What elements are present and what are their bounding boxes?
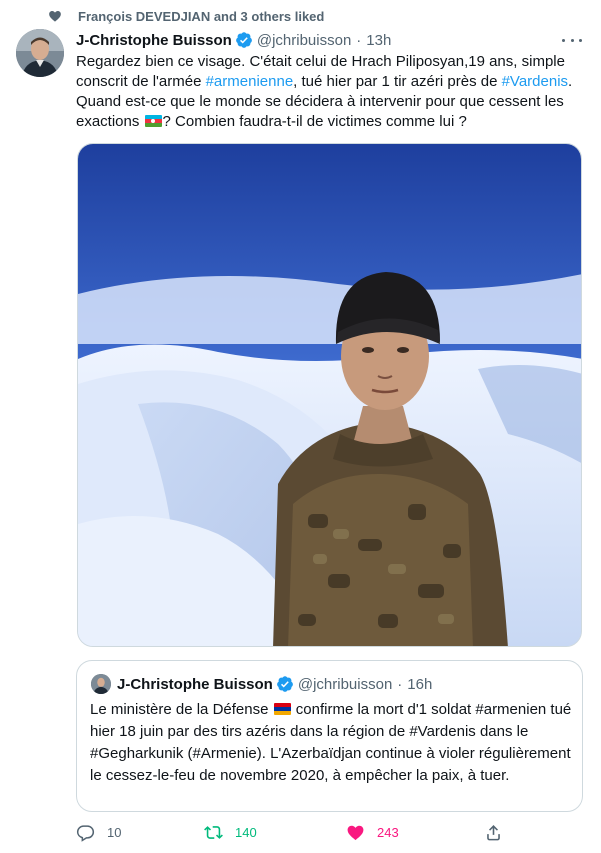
share-icon: [487, 824, 500, 840]
more-options-icon[interactable]: [562, 32, 582, 48]
quoted-tweet-text: Le ministère de la Défense confirme la m…: [90, 699, 575, 787]
reply-button[interactable]: 10: [76, 820, 121, 844]
retweet-icon: [204, 825, 223, 839]
quoted-author-name: J-Christophe Buisson: [117, 675, 273, 693]
armenia-flag-icon: [273, 703, 291, 715]
heart-icon: [49, 10, 61, 22]
verified-badge-icon: [235, 32, 252, 48]
tweet-text-part: ? Combien faudra-t-il de victimes comme …: [162, 113, 467, 130]
tweet-timestamp[interactable]: 13h: [366, 32, 391, 49]
retweet-count: 140: [235, 824, 257, 840]
photo-soldier-mountains: [78, 144, 581, 646]
avatar[interactable]: [16, 29, 64, 77]
heart-filled-icon: [347, 825, 364, 840]
author-name[interactable]: J-Christophe Buisson: [76, 32, 232, 49]
hashtag-link[interactable]: #Vardenis: [502, 73, 568, 90]
author-handle[interactable]: @jchribuisson: [257, 32, 351, 49]
reply-icon: [76, 824, 95, 842]
azerbaijan-flag-icon: [144, 115, 162, 127]
hashtag-link[interactable]: #armenienne: [206, 73, 294, 90]
avatar-image: [16, 29, 64, 77]
tweet-text: Regardez bien ce visage. C'était celui d…: [76, 52, 586, 132]
tweet-actions: 10 140 243: [76, 820, 506, 844]
quoted-timestamp: 16h: [407, 675, 433, 693]
reply-count: 10: [107, 824, 122, 840]
quoted-author-handle: @jchribuisson: [297, 675, 393, 693]
share-button[interactable]: [484, 820, 503, 844]
tweet-text-part: , tué hier par 1 tir azéri près de: [293, 73, 502, 90]
like-button[interactable]: 243: [346, 820, 399, 844]
separator-dot: ·: [356, 31, 362, 49]
tweet-photo[interactable]: [77, 143, 582, 647]
verified-badge-icon: [276, 676, 293, 692]
retweet-button[interactable]: 140: [204, 820, 257, 844]
quoted-text-part: Le ministère de la Défense: [90, 701, 273, 718]
quoted-avatar[interactable]: [91, 674, 111, 694]
quoted-tweet[interactable]: J-Christophe Buisson @jchribuisson · 16h…: [76, 660, 583, 812]
social-context-text[interactable]: François DEVEDJIAN and 3 others liked: [78, 9, 324, 24]
separator-dot: ·: [397, 675, 403, 693]
like-count: 243: [377, 824, 399, 840]
tweet-header: J-Christophe Buisson @jchribuisson · 13h: [76, 30, 391, 50]
quoted-avatar-image: [91, 674, 111, 694]
quoted-tweet-header: J-Christophe Buisson @jchribuisson · 16h: [117, 674, 432, 694]
